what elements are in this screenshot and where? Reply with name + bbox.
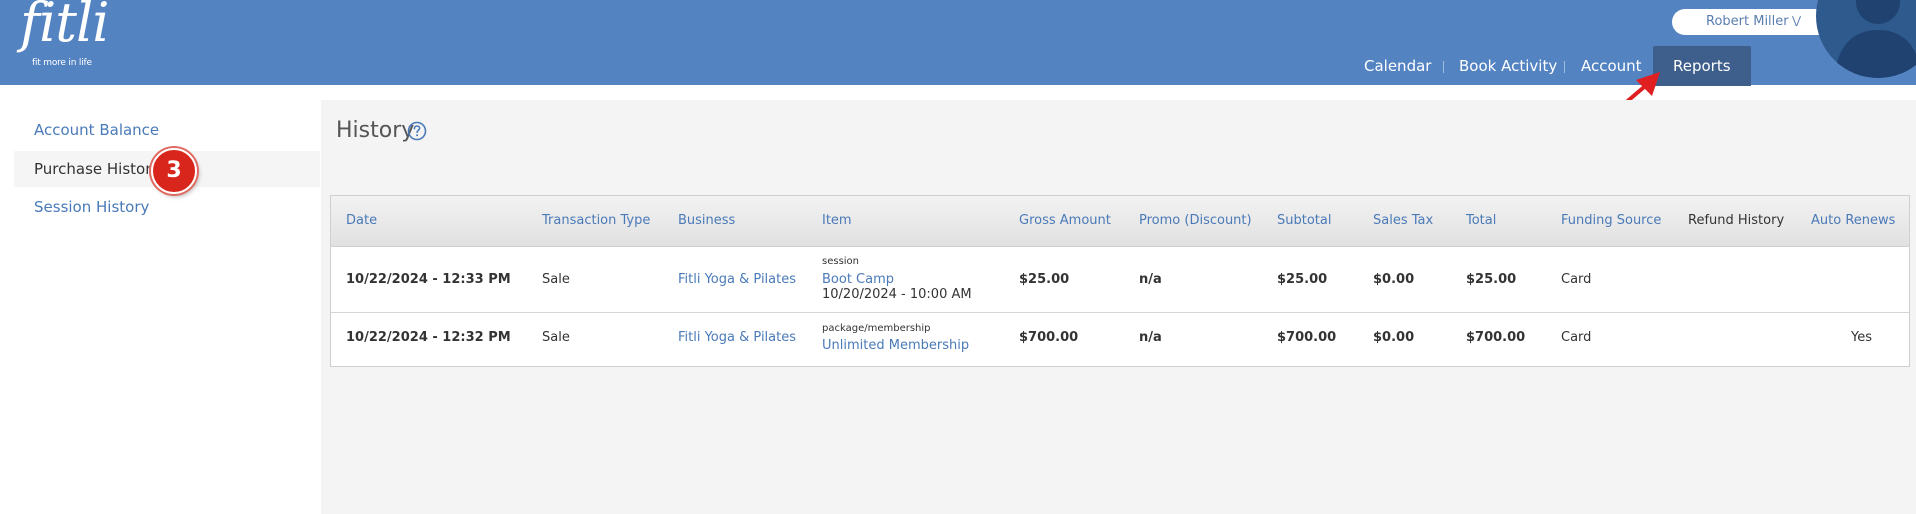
col-refund-history: Refund History	[1688, 213, 1785, 228]
cell-promo: n/a	[1139, 330, 1162, 345]
double-chevron-down-icon: ⋁	[1792, 14, 1802, 27]
cell-auto-renews: Yes	[1851, 330, 1872, 345]
sidebar-item-account-balance[interactable]: Account Balance	[14, 112, 320, 148]
cell-date: 10/22/2024 - 12:32 PM	[346, 330, 511, 345]
col-item[interactable]: Item	[822, 213, 852, 228]
table-header: Date Transaction Type Business Item Gros…	[331, 196, 1909, 247]
question-circle-icon[interactable]	[407, 121, 427, 141]
col-transaction-type[interactable]: Transaction Type	[542, 213, 650, 228]
nav-book-activity[interactable]: Book Activity	[1459, 46, 1557, 86]
cell-transaction-type: Sale	[542, 330, 570, 345]
cell-sales-tax: $0.00	[1373, 330, 1415, 345]
table-row: 10/22/2024 - 12:33 PM Sale Fitli Yoga & …	[331, 246, 1909, 313]
nav-divider	[1443, 61, 1444, 73]
table-row: 10/22/2024 - 12:32 PM Sale Fitli Yoga & …	[331, 312, 1909, 366]
col-gross-amount[interactable]: Gross Amount	[1019, 213, 1111, 228]
col-sales-tax[interactable]: Sales Tax	[1373, 213, 1433, 228]
nav-calendar[interactable]: Calendar	[1364, 46, 1431, 86]
cell-item-link[interactable]: Unlimited Membership	[822, 338, 969, 353]
col-funding-source[interactable]: Funding Source	[1561, 213, 1661, 228]
cell-total: $25.00	[1466, 272, 1517, 287]
cell-item-type: package/membership	[822, 323, 931, 334]
sidebar-item-session-history[interactable]: Session History	[14, 189, 320, 225]
nav-reports[interactable]: Reports	[1653, 46, 1751, 86]
fitli-logo[interactable]: fitli fit more in life	[14, 0, 109, 72]
cell-subtotal: $25.00	[1277, 272, 1328, 287]
col-promo[interactable]: Promo (Discount)	[1139, 213, 1252, 228]
cell-item-link[interactable]: Boot Camp	[822, 272, 894, 287]
purchase-history-table: Date Transaction Type Business Item Gros…	[330, 195, 1910, 367]
user-name: Robert Miller	[1706, 14, 1789, 29]
cell-gross-amount: $700.00	[1019, 330, 1079, 345]
logo-tagline: fit more in life	[32, 58, 92, 68]
step-badge-number: 3	[166, 158, 182, 183]
page-title: History	[336, 118, 415, 143]
cell-funding-source: Card	[1561, 330, 1592, 345]
col-auto-renews[interactable]: Auto Renews	[1811, 213, 1895, 228]
cell-total: $700.00	[1466, 330, 1526, 345]
logo-word: fitli	[20, 0, 109, 54]
cell-transaction-type: Sale	[542, 272, 570, 287]
cell-funding-source: Card	[1561, 272, 1592, 287]
cell-business-link[interactable]: Fitli Yoga & Pilates	[678, 330, 796, 345]
nav-divider	[1564, 61, 1565, 73]
cell-promo: n/a	[1139, 272, 1162, 287]
cell-item-type: session	[822, 256, 860, 267]
cell-subtotal: $700.00	[1277, 330, 1337, 345]
cell-gross-amount: $25.00	[1019, 272, 1070, 287]
col-date[interactable]: Date	[346, 213, 377, 228]
sidebar: Account Balance Purchase History Session…	[0, 85, 320, 514]
col-subtotal[interactable]: Subtotal	[1277, 213, 1331, 228]
cell-sales-tax: $0.00	[1373, 272, 1415, 287]
cell-date: 10/22/2024 - 12:33 PM	[346, 272, 511, 287]
cell-item-datetime: 10/20/2024 - 10:00 AM	[822, 287, 972, 302]
col-business[interactable]: Business	[678, 213, 735, 228]
main-content: History Date Transaction Type Business I…	[321, 100, 1916, 514]
step-badge: 3	[151, 148, 197, 194]
cell-business-link[interactable]: Fitli Yoga & Pilates	[678, 272, 796, 287]
col-total[interactable]: Total	[1466, 213, 1496, 228]
